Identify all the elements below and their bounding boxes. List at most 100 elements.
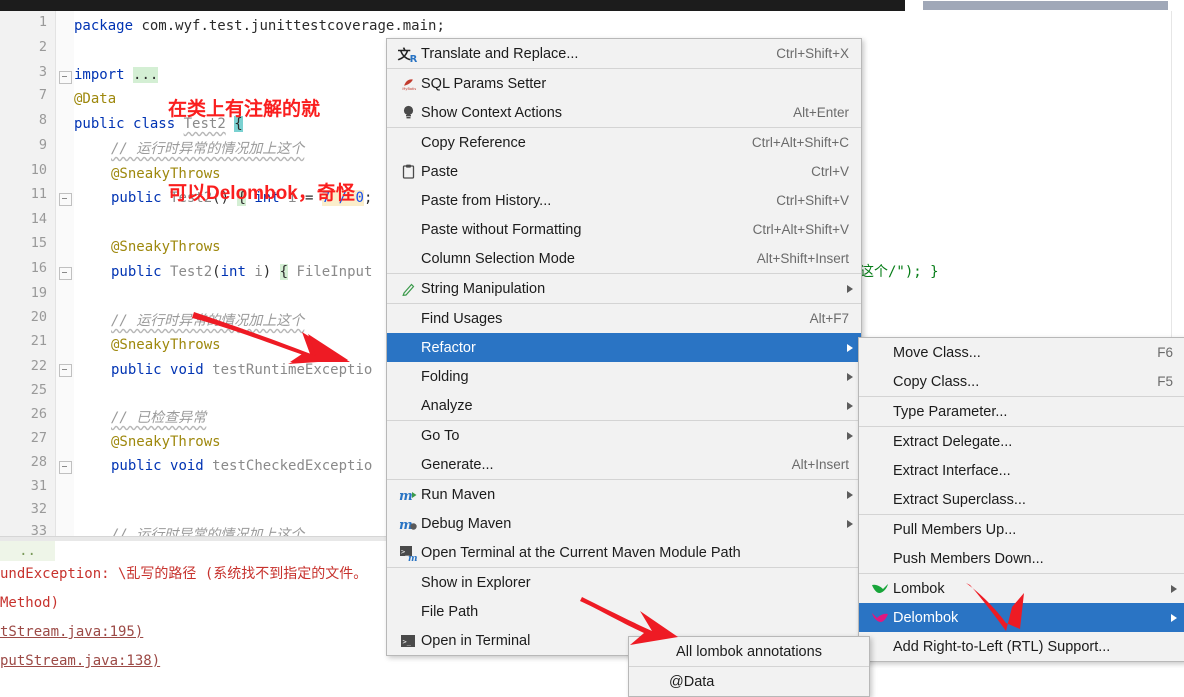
submenu-item-add-rtl-support[interactable]: Add Right-to-Left (RTL) Support...	[859, 632, 1184, 661]
svg-text:m: m	[408, 554, 417, 561]
top-scroll-strip	[0, 0, 1184, 11]
line-number: 9	[38, 137, 47, 153]
delombok-submenu[interactable]: All lombok annotations @Data	[628, 636, 870, 697]
menu-item-sql-params-setter[interactable]: MyBatis SQL Params Setter	[387, 69, 861, 98]
fold-marker-icon[interactable]	[59, 71, 72, 84]
menu-item-label: Type Parameter...	[893, 403, 1008, 420]
submenu-item-pull-members-up[interactable]: Pull Members Up...	[859, 515, 1184, 544]
chevron-right-icon	[847, 490, 853, 499]
console-stack-link[interactable]: putStream.java:138)	[0, 650, 160, 672]
menu-item-debug-maven[interactable]: m Debug Maven	[387, 509, 861, 538]
import-fold-dots[interactable]: ...	[133, 67, 159, 83]
submenu-item-push-members-down[interactable]: Push Members Down...	[859, 544, 1184, 573]
menu-item-refactor[interactable]: Refactor	[387, 333, 861, 362]
menu-item-open-terminal-maven-module[interactable]: >_ m Open Terminal at the Current Maven M…	[387, 538, 861, 567]
console-stack-link[interactable]: tStream.java:195)	[0, 621, 143, 643]
menu-item-file-path[interactable]: File Path	[387, 597, 861, 626]
menu-item-label: Copy Reference	[421, 134, 526, 151]
pen-icon	[395, 282, 421, 296]
refactor-submenu[interactable]: Move Class... F6 Copy Class... F5 Type P…	[858, 337, 1184, 662]
line-number: 8	[38, 112, 47, 128]
menu-item-label: Paste	[421, 163, 459, 180]
delombok-icon	[867, 610, 893, 626]
chevron-right-icon	[847, 372, 853, 381]
submenu-item-extract-interface[interactable]: Extract Interface...	[859, 456, 1184, 485]
submenu-item-type-parameter[interactable]: Type Parameter...	[859, 397, 1184, 426]
menu-item-analyze[interactable]: Analyze	[387, 391, 861, 420]
package-path: com.wyf.test.junittestcoverage.main;	[141, 18, 445, 34]
comment: // 已检查异常	[111, 410, 207, 426]
menu-item-label: Show in Explorer	[421, 574, 531, 591]
menu-item-label: File Path	[421, 603, 479, 620]
code-line-7: @Data	[74, 87, 116, 111]
menu-item-label: Go To	[421, 427, 460, 444]
code-line-20: // 运行时异常的情况加上这个	[74, 309, 304, 333]
menu-item-string-manipulation[interactable]: String Manipulation	[387, 274, 861, 303]
annotation-note: 在类上有注解的就 可以Delombok，奇怪	[168, 40, 355, 264]
keyword-package: package	[74, 18, 134, 34]
line-number: 16	[30, 260, 47, 276]
code-line-33: // 运行时异常的情况加上这个	[74, 523, 304, 536]
menu-item-accelerator: Alt+F7	[809, 311, 849, 326]
comment: // 运行时异常的情况加上这个	[111, 313, 305, 329]
submenu-item-delombok[interactable]: Delombok	[859, 603, 1184, 632]
menu-item-label: Paste without Formatting	[421, 221, 582, 238]
menu-item-label: Extract Delegate...	[893, 433, 1013, 450]
menu-item-label: Analyze	[421, 397, 473, 414]
fold-marker-icon[interactable]	[59, 461, 72, 474]
fold-marker-icon[interactable]	[59, 364, 72, 377]
menu-item-label: Debug Maven	[421, 515, 512, 532]
maven-run-icon: m	[395, 487, 421, 503]
line-number: 11	[30, 186, 47, 202]
menu-item-label: Show Context Actions	[421, 104, 563, 121]
menu-item-accelerator: F5	[1157, 374, 1173, 389]
menu-item-paste-from-history[interactable]: Paste from History... Ctrl+Shift+V	[387, 186, 861, 215]
fold-marker-icon[interactable]	[59, 267, 72, 280]
menu-item-accelerator: Ctrl+Alt+Shift+C	[751, 135, 849, 150]
menu-item-label: @Data	[669, 673, 715, 690]
menu-item-translate-and-replace[interactable]: 文R Translate and Replace... Ctrl+Shift+X	[387, 39, 861, 68]
menu-item-folding[interactable]: Folding	[387, 362, 861, 391]
menu-item-run-maven[interactable]: m Run Maven	[387, 480, 861, 509]
console-fold-dots[interactable]: ..	[0, 541, 55, 561]
menu-item-copy-reference[interactable]: Copy Reference Ctrl+Alt+Shift+C	[387, 128, 861, 157]
lightbulb-icon	[395, 105, 421, 120]
chevron-right-icon	[1171, 584, 1177, 593]
menu-item-paste[interactable]: Paste Ctrl+V	[387, 157, 861, 186]
keyword-public: public	[74, 116, 125, 132]
menu-item-go-to[interactable]: Go To	[387, 421, 861, 450]
translate-icon: 文R	[397, 48, 418, 65]
menu-item-paste-without-formatting[interactable]: Paste without Formatting Ctrl+Alt+Shift+…	[387, 215, 861, 244]
submenu-item-move-class[interactable]: Move Class... F6	[859, 338, 1184, 367]
menu-item-find-usages[interactable]: Find Usages Alt+F7	[387, 304, 861, 333]
editor-gutter[interactable]: 1 2 3 7 8 9 10 11 14 15 16 19 20 21 22 2…	[0, 11, 56, 536]
menu-item-generate[interactable]: Generate... Alt+Insert	[387, 450, 861, 479]
horizontal-scrollbar-thumb[interactable]	[923, 1, 1168, 10]
menu-item-accelerator: Ctrl+V	[811, 164, 849, 179]
keyword-import: import	[74, 67, 125, 83]
menu-item-column-selection-mode[interactable]: Column Selection Mode Alt+Shift+Insert	[387, 244, 861, 273]
line-number: 25	[30, 382, 47, 398]
code-line-28: public void testCheckedExceptio	[111, 458, 373, 474]
menu-item-label: Generate...	[421, 456, 494, 473]
menu-item-label: Extract Interface...	[893, 462, 1011, 479]
delombok-item-all-lombok-annotations[interactable]: All lombok annotations	[629, 637, 869, 666]
fold-marker-icon[interactable]	[59, 193, 72, 206]
menu-item-show-in-explorer[interactable]: Show in Explorer	[387, 568, 861, 597]
submenu-item-extract-delegate[interactable]: Extract Delegate...	[859, 427, 1184, 456]
menu-item-label: Pull Members Up...	[893, 521, 1017, 538]
string-tail: 这个/"); }	[860, 264, 939, 280]
delombok-item-data[interactable]: @Data	[629, 667, 869, 696]
submenu-item-copy-class[interactable]: Copy Class... F5	[859, 367, 1184, 396]
line-number: 21	[30, 333, 47, 349]
code-line-1: package com.wyf.test.junittestcoverage.m…	[74, 14, 445, 38]
chevron-right-icon	[847, 401, 853, 410]
line-number: 20	[30, 309, 47, 325]
submenu-item-lombok[interactable]: Lombok	[859, 574, 1184, 603]
menu-item-accelerator: Alt+Enter	[793, 105, 849, 120]
editor-context-menu[interactable]: 文R Translate and Replace... Ctrl+Shift+X…	[386, 38, 862, 656]
submenu-item-extract-superclass[interactable]: Extract Superclass...	[859, 485, 1184, 514]
annotation-note-line-2: 可以Delombok，奇怪	[168, 183, 355, 204]
code-line-22: public void testRuntimeExceptio	[111, 362, 373, 378]
menu-item-show-context-actions[interactable]: Show Context Actions Alt+Enter	[387, 98, 861, 127]
